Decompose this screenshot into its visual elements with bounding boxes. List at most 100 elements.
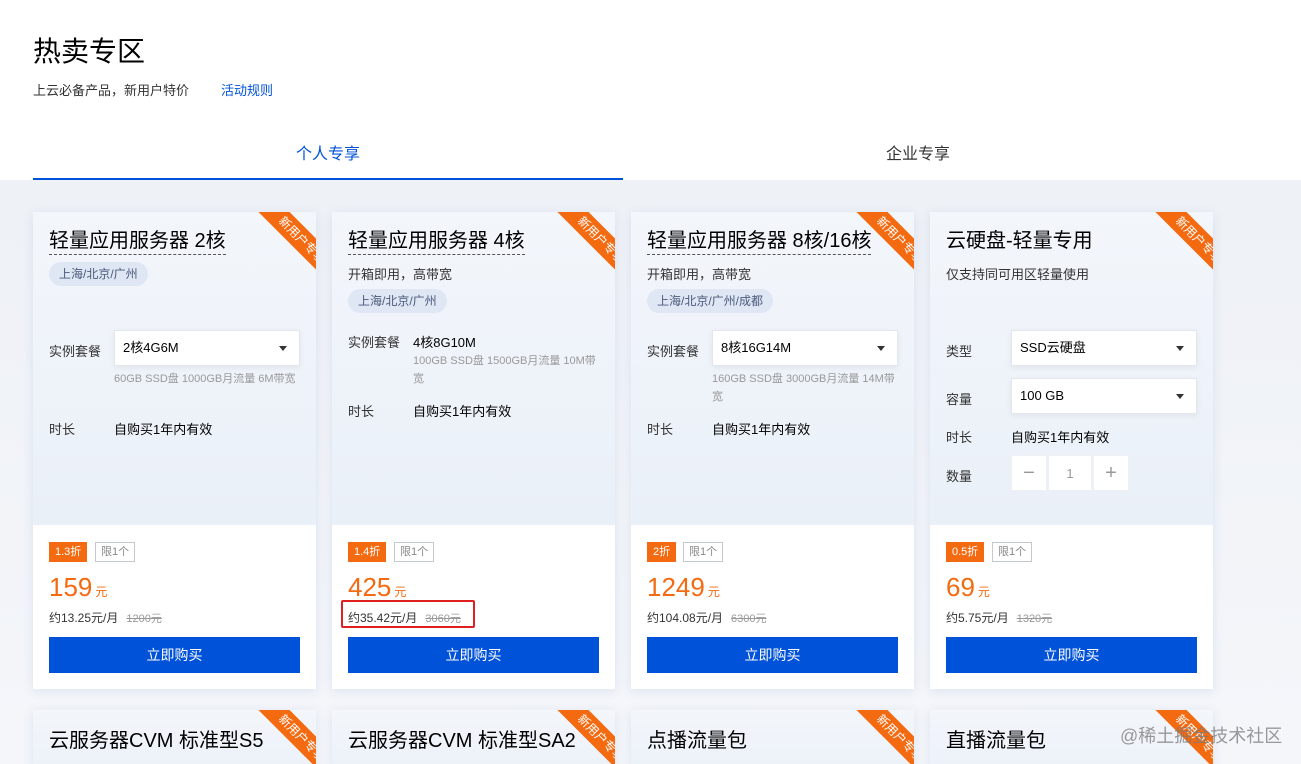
- duration-label: 时长: [348, 404, 375, 419]
- monthly-price: 约5.75元/月 1320元: [946, 609, 1052, 626]
- duration-value: 自购买1年内有效: [1011, 430, 1110, 445]
- quantity-stepper: − 1 +: [1011, 455, 1129, 491]
- package-note: 160GB SSD盘 3000GB月流量 14M带宽: [712, 373, 895, 403]
- watermark: @稀土掘金技术社区: [1120, 726, 1283, 746]
- package-select[interactable]: 8核16G14M: [712, 330, 898, 366]
- limit-badge: 限1个: [992, 542, 1033, 562]
- region-tag: 上海/北京/广州/成都: [647, 289, 774, 313]
- capacity-value: 100 GB: [1020, 388, 1065, 403]
- package-select-value: 8核16G14M: [721, 340, 792, 355]
- package-label: 实例套餐: [49, 344, 102, 359]
- limit-badge: 限1个: [95, 542, 136, 562]
- type-label: 类型: [946, 344, 973, 359]
- card-title[interactable]: 轻量应用服务器 4核: [348, 228, 525, 255]
- package-note: 60GB SSD盘 1000GB月流量 6M带宽: [114, 373, 296, 385]
- tab-personal[interactable]: 个人专享: [33, 130, 623, 180]
- product-card-cloud-disk: 云硬盘-轻量专用 仅支持同可用区轻量使用 类型 SSD云硬盘 容量 100 GB…: [930, 212, 1213, 689]
- monthly-price: 约13.25元/月 1200元: [49, 609, 162, 626]
- ribbon-label: 新用户专享: [255, 710, 316, 764]
- buy-now-button[interactable]: 立即购买: [946, 637, 1197, 673]
- quantity-value[interactable]: 1: [1048, 455, 1092, 491]
- card-title[interactable]: 直播流量包: [946, 728, 1046, 754]
- buy-now-button[interactable]: 立即购买: [647, 637, 898, 673]
- new-user-ribbon: 新用户专享: [839, 710, 914, 764]
- product-card-lighthouse-2core: 轻量应用服务器 2核 上海/北京/广州 实例套餐 2核4G6M 60GB SSD…: [33, 212, 316, 689]
- duration-label: 时长: [946, 430, 973, 445]
- card-title[interactable]: 轻量应用服务器 2核: [49, 228, 226, 255]
- minus-button[interactable]: −: [1011, 455, 1047, 491]
- limit-badge: 限1个: [683, 542, 724, 562]
- card-title[interactable]: 点播流量包: [647, 728, 747, 754]
- region-tag: 上海/北京/广州: [348, 289, 447, 313]
- price: 69 元: [946, 572, 990, 603]
- price-number: 69: [946, 572, 975, 602]
- card-description: 开箱即用，高带宽: [647, 267, 752, 282]
- buy-now-button[interactable]: 立即购买: [49, 637, 300, 673]
- ribbon-label: 新用户专享: [853, 212, 914, 287]
- chevron-down-icon: [877, 346, 885, 351]
- new-user-ribbon: 新用户专享: [241, 212, 316, 287]
- monthly-price: 约104.08元/月 6300元: [647, 609, 767, 626]
- new-user-ribbon: 新用户专享: [241, 710, 316, 764]
- price: 1249 元: [647, 572, 720, 603]
- ribbon-label: 新用户专享: [255, 212, 316, 287]
- discount-badge: 2折: [647, 542, 677, 562]
- capacity-select[interactable]: 100 GB: [1011, 378, 1197, 414]
- price-number: 425: [348, 572, 392, 602]
- capacity-label: 容量: [946, 392, 973, 407]
- original-price: 6300元: [731, 613, 767, 625]
- price-unit: 元: [707, 585, 720, 599]
- activity-rules-link[interactable]: 活动规则: [221, 80, 273, 99]
- discount-badge: 0.5折: [946, 542, 985, 562]
- page-subtitle: 上云必备产品，新用户特价: [33, 83, 190, 98]
- duration-value: 自购买1年内有效: [413, 404, 512, 419]
- package-note: 100GB SSD盘 1500GB月流量 10M带宽: [413, 355, 596, 385]
- chevron-down-icon: [279, 346, 287, 351]
- price-number: 159: [49, 572, 93, 602]
- duration-label: 时长: [49, 422, 76, 437]
- disk-type-value: SSD云硬盘: [1020, 340, 1086, 355]
- card-title[interactable]: 云服务器CVM 标准型S5: [49, 728, 263, 754]
- chevron-down-icon: [1176, 394, 1184, 399]
- product-card-vod-traffic: 点播流量包 新用户专享: [631, 710, 914, 764]
- tab-bar: 个人专享 企业专享: [33, 130, 1213, 180]
- product-card-cvm-s5: 云服务器CVM 标准型S5 新用户专享: [33, 710, 316, 764]
- new-user-ribbon: 新用户专享: [839, 212, 914, 287]
- ribbon-label: 新用户专享: [853, 710, 914, 764]
- monthly-price-value: 约5.75元/月: [946, 611, 1009, 625]
- tab-enterprise[interactable]: 企业专享: [623, 130, 1213, 180]
- plus-button[interactable]: +: [1093, 455, 1129, 491]
- chevron-down-icon: [1176, 346, 1184, 351]
- region-tag: 上海/北京/广州: [49, 262, 148, 286]
- original-price: 1320元: [1016, 613, 1053, 625]
- package-select-value: 2核4G6M: [123, 340, 179, 355]
- price: 425 元: [348, 572, 406, 603]
- ribbon-label: 新用户专享: [1152, 212, 1213, 287]
- annotation-highlight-box: [341, 600, 475, 628]
- package-select[interactable]: 2核4G6M: [114, 330, 300, 366]
- price-number: 1249: [647, 572, 705, 602]
- page-title: 热卖专区: [33, 36, 146, 67]
- product-card-cvm-sa2: 云服务器CVM 标准型SA2 新用户专享: [332, 710, 615, 764]
- limit-badge: 限1个: [394, 542, 435, 562]
- duration-value: 自购买1年内有效: [114, 422, 213, 437]
- new-user-ribbon: 新用户专享: [1138, 212, 1213, 287]
- monthly-price-value: 约13.25元/月: [49, 611, 119, 625]
- package-label: 实例套餐: [348, 335, 401, 350]
- new-user-ribbon: 新用户专享: [540, 710, 615, 764]
- card-description: 开箱即用，高带宽: [348, 267, 453, 282]
- package-label: 实例套餐: [647, 344, 700, 359]
- card-title[interactable]: 轻量应用服务器 8核/16核: [647, 228, 872, 255]
- price-unit: 元: [977, 585, 990, 599]
- price-unit: 元: [394, 585, 407, 599]
- duration-label: 时长: [647, 422, 674, 437]
- product-card-lighthouse-8core: 轻量应用服务器 8核/16核 开箱即用，高带宽 上海/北京/广州/成都 实例套餐…: [631, 212, 914, 689]
- discount-badge: 1.4折: [348, 542, 387, 562]
- disk-type-select[interactable]: SSD云硬盘: [1011, 330, 1197, 366]
- ribbon-label: 新用户专享: [554, 710, 615, 764]
- buy-now-button[interactable]: 立即购买: [348, 637, 599, 673]
- card-title: 云硬盘-轻量专用: [946, 230, 1093, 252]
- ribbon-label: 新用户专享: [554, 212, 615, 287]
- duration-value: 自购买1年内有效: [712, 422, 811, 437]
- discount-badge: 1.3折: [49, 542, 88, 562]
